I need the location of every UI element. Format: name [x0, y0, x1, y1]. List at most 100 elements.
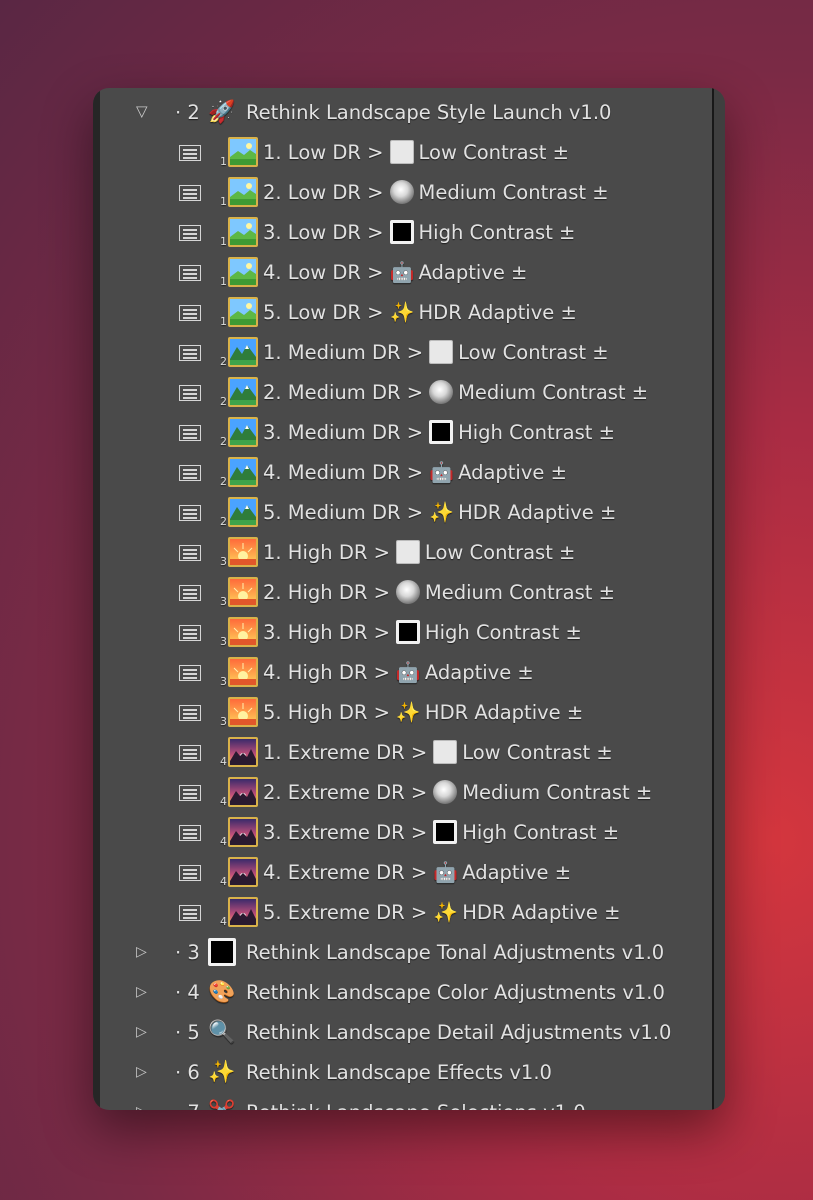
scissors-icon: ✂️ — [208, 1098, 236, 1111]
preset-list-icon — [179, 185, 201, 201]
preset-subscript: 4 — [220, 755, 227, 768]
preset-label: 1. Extreme DR > Low Contrast ± — [263, 740, 613, 764]
preset-subscript: 4 — [220, 875, 227, 888]
preset-group[interactable]: ▷ · 3 Rethink Landscape Tonal Adjustments … — [93, 932, 714, 972]
presets-panel: ▽ · 2 🚀 Rethink Landscape Style Launch v1.0… — [93, 88, 725, 1110]
high-dr-thumbnail — [228, 657, 258, 687]
preset-item[interactable]: 4 5. Extreme DR > ✨ HDR Adaptive ± — [93, 892, 714, 932]
preset-item[interactable]: 2 1. Medium DR > Low Contrast ± — [93, 332, 714, 372]
preset-item[interactable]: 1 1. Low DR > Low Contrast ± — [93, 132, 714, 172]
preset-dr-label: 3. Medium DR > — [263, 420, 424, 444]
preset-list-icon — [179, 345, 201, 361]
preset-item[interactable]: 1 3. Low DR > High Contrast ± — [93, 212, 714, 252]
preset-contrast-label: Low Contrast ± — [462, 740, 613, 764]
preset-list-icon — [179, 745, 201, 761]
preset-item[interactable]: 1 2. Low DR > Medium Contrast ± — [93, 172, 714, 212]
preset-item[interactable]: 3 2. High DR > Medium Contrast ± — [93, 572, 714, 612]
preset-item[interactable]: 4 2. Extreme DR > Medium Contrast ± — [93, 772, 714, 812]
medium-dr-thumbnail — [228, 337, 258, 367]
disclosure-closed-icon[interactable]: ▷ — [136, 944, 152, 960]
preset-contrast-label: HDR Adaptive ± — [418, 300, 577, 324]
preset-dr-label: 2. High DR > — [263, 580, 390, 604]
preset-list-icon — [179, 145, 201, 161]
preset-dr-label: 2. Low DR > — [263, 180, 384, 204]
preset-label: 5. Medium DR > ✨ HDR Adaptive ± — [263, 500, 616, 524]
group-number: · 2 — [175, 100, 200, 124]
preset-contrast-label: Low Contrast ± — [418, 140, 569, 164]
preset-item[interactable]: 3 3. High DR > High Contrast ± — [93, 612, 714, 652]
preset-label: 4. Extreme DR > 🤖 Adaptive ± — [263, 860, 571, 884]
disclosure-open-icon[interactable]: ▽ — [136, 103, 152, 119]
preset-list-icon — [179, 265, 201, 281]
disclosure-closed-icon[interactable]: ▷ — [136, 1024, 152, 1040]
preset-item[interactable]: 2 2. Medium DR > Medium Contrast ± — [93, 372, 714, 412]
high-contrast-icon — [395, 620, 420, 644]
preset-contrast-label: Low Contrast ± — [458, 340, 609, 364]
preset-item[interactable]: 2 4. Medium DR > 🤖 Adaptive ± — [93, 452, 714, 492]
extreme-dr-thumbnail — [228, 897, 258, 927]
high-dr-thumbnail — [228, 577, 258, 607]
preset-subscript: 3 — [220, 595, 227, 608]
preset-contrast-label: Medium Contrast ± — [418, 180, 609, 204]
medium-contrast-icon — [389, 180, 414, 204]
preset-dr-label: 5. Low DR > — [263, 300, 384, 324]
group-label: Rethink Landscape Effects v1.0 — [246, 1060, 552, 1084]
preset-dr-label: 1. Low DR > — [263, 140, 384, 164]
preset-item[interactable]: 3 5. High DR > ✨ HDR Adaptive ± — [93, 692, 714, 732]
disclosure-closed-icon[interactable]: ▷ — [136, 984, 152, 1000]
preset-item[interactable]: 3 1. High DR > Low Contrast ± — [93, 532, 714, 572]
disclosure-closed-icon[interactable]: ▷ — [136, 1064, 152, 1080]
group-label: Rethink Landscape Color Adjustments v1.0 — [246, 980, 665, 1004]
preset-dr-label: 1. High DR > — [263, 540, 390, 564]
preset-group[interactable]: ▷ · 4 🎨 Rethink Landscape Color Adjustments… — [93, 972, 714, 1012]
extreme-dr-thumbnail — [228, 857, 258, 887]
robot-icon: 🤖 — [395, 660, 421, 684]
preset-group[interactable]: ▷ · 5 🔍 Rethink Landscape Detail Adjustment… — [93, 1012, 714, 1052]
preset-contrast-label: Adaptive ± — [458, 460, 567, 484]
preset-group[interactable]: ▽ · 2 🚀 Rethink Landscape Style Launch v1.0 — [93, 92, 714, 132]
preset-list-icon — [179, 385, 201, 401]
robot-icon: 🤖 — [433, 860, 459, 884]
preset-item[interactable]: 1 4. Low DR > 🤖 Adaptive ± — [93, 252, 714, 292]
preset-contrast-label: Adaptive ± — [418, 260, 528, 284]
low-dr-thumbnail — [228, 257, 258, 287]
rocket-icon: 🚀 — [208, 99, 236, 125]
preset-contrast-label: Medium Contrast ± — [424, 580, 615, 604]
preset-group[interactable]: ▷ · 6 ✨ Rethink Landscape Effects v1.0 — [93, 1052, 714, 1092]
preset-dr-label: 3. High DR > — [263, 620, 390, 644]
preset-list-icon — [179, 545, 201, 561]
preset-item[interactable]: 2 3. Medium DR > High Contrast ± — [93, 412, 714, 452]
preset-item[interactable]: 4 3. Extreme DR > High Contrast ± — [93, 812, 714, 852]
robot-icon: 🤖 — [389, 260, 415, 284]
group-number: · 6 — [175, 1060, 200, 1084]
preset-list-icon — [179, 585, 201, 601]
preset-label: 3. Extreme DR > High Contrast ± — [263, 820, 619, 844]
extreme-dr-thumbnail — [228, 737, 258, 767]
preset-item[interactable]: 4 1. Extreme DR > Low Contrast ± — [93, 732, 714, 772]
group-number: · 3 — [175, 940, 200, 964]
group-number: · 5 — [175, 1020, 200, 1044]
preset-contrast-label: High Contrast ± — [418, 220, 576, 244]
preset-dr-label: 4. Low DR > — [263, 260, 384, 284]
preset-group[interactable]: ▷ · 7 ✂️ Rethink Landscape Selections v1.0 — [93, 1092, 714, 1111]
extreme-dr-thumbnail — [228, 777, 258, 807]
preset-subscript: 1 — [220, 155, 227, 168]
low-contrast-icon — [395, 540, 420, 564]
preset-contrast-label: HDR Adaptive ± — [462, 900, 621, 924]
preset-item[interactable]: 2 5. Medium DR > ✨ HDR Adaptive ± — [93, 492, 714, 532]
preset-item[interactable]: 1 5. Low DR > ✨ HDR Adaptive ± — [93, 292, 714, 332]
preset-label: 1. High DR > Low Contrast ± — [263, 540, 575, 564]
preset-label: 3. Low DR > High Contrast ± — [263, 220, 575, 244]
preset-subscript: 2 — [220, 515, 227, 528]
preset-item[interactable]: 3 4. High DR > 🤖 Adaptive ± — [93, 652, 714, 692]
preset-dr-label: 4. Medium DR > — [263, 460, 424, 484]
preset-list-icon — [179, 625, 201, 641]
preset-subscript: 1 — [220, 195, 227, 208]
disclosure-closed-icon[interactable]: ▷ — [136, 1104, 152, 1110]
medium-dr-thumbnail — [228, 497, 258, 527]
preset-item[interactable]: 4 4. Extreme DR > 🤖 Adaptive ± — [93, 852, 714, 892]
medium-dr-thumbnail — [228, 457, 258, 487]
preset-dr-label: 3. Low DR > — [263, 220, 384, 244]
medium-dr-thumbnail — [228, 377, 258, 407]
preset-list-icon — [179, 865, 201, 881]
